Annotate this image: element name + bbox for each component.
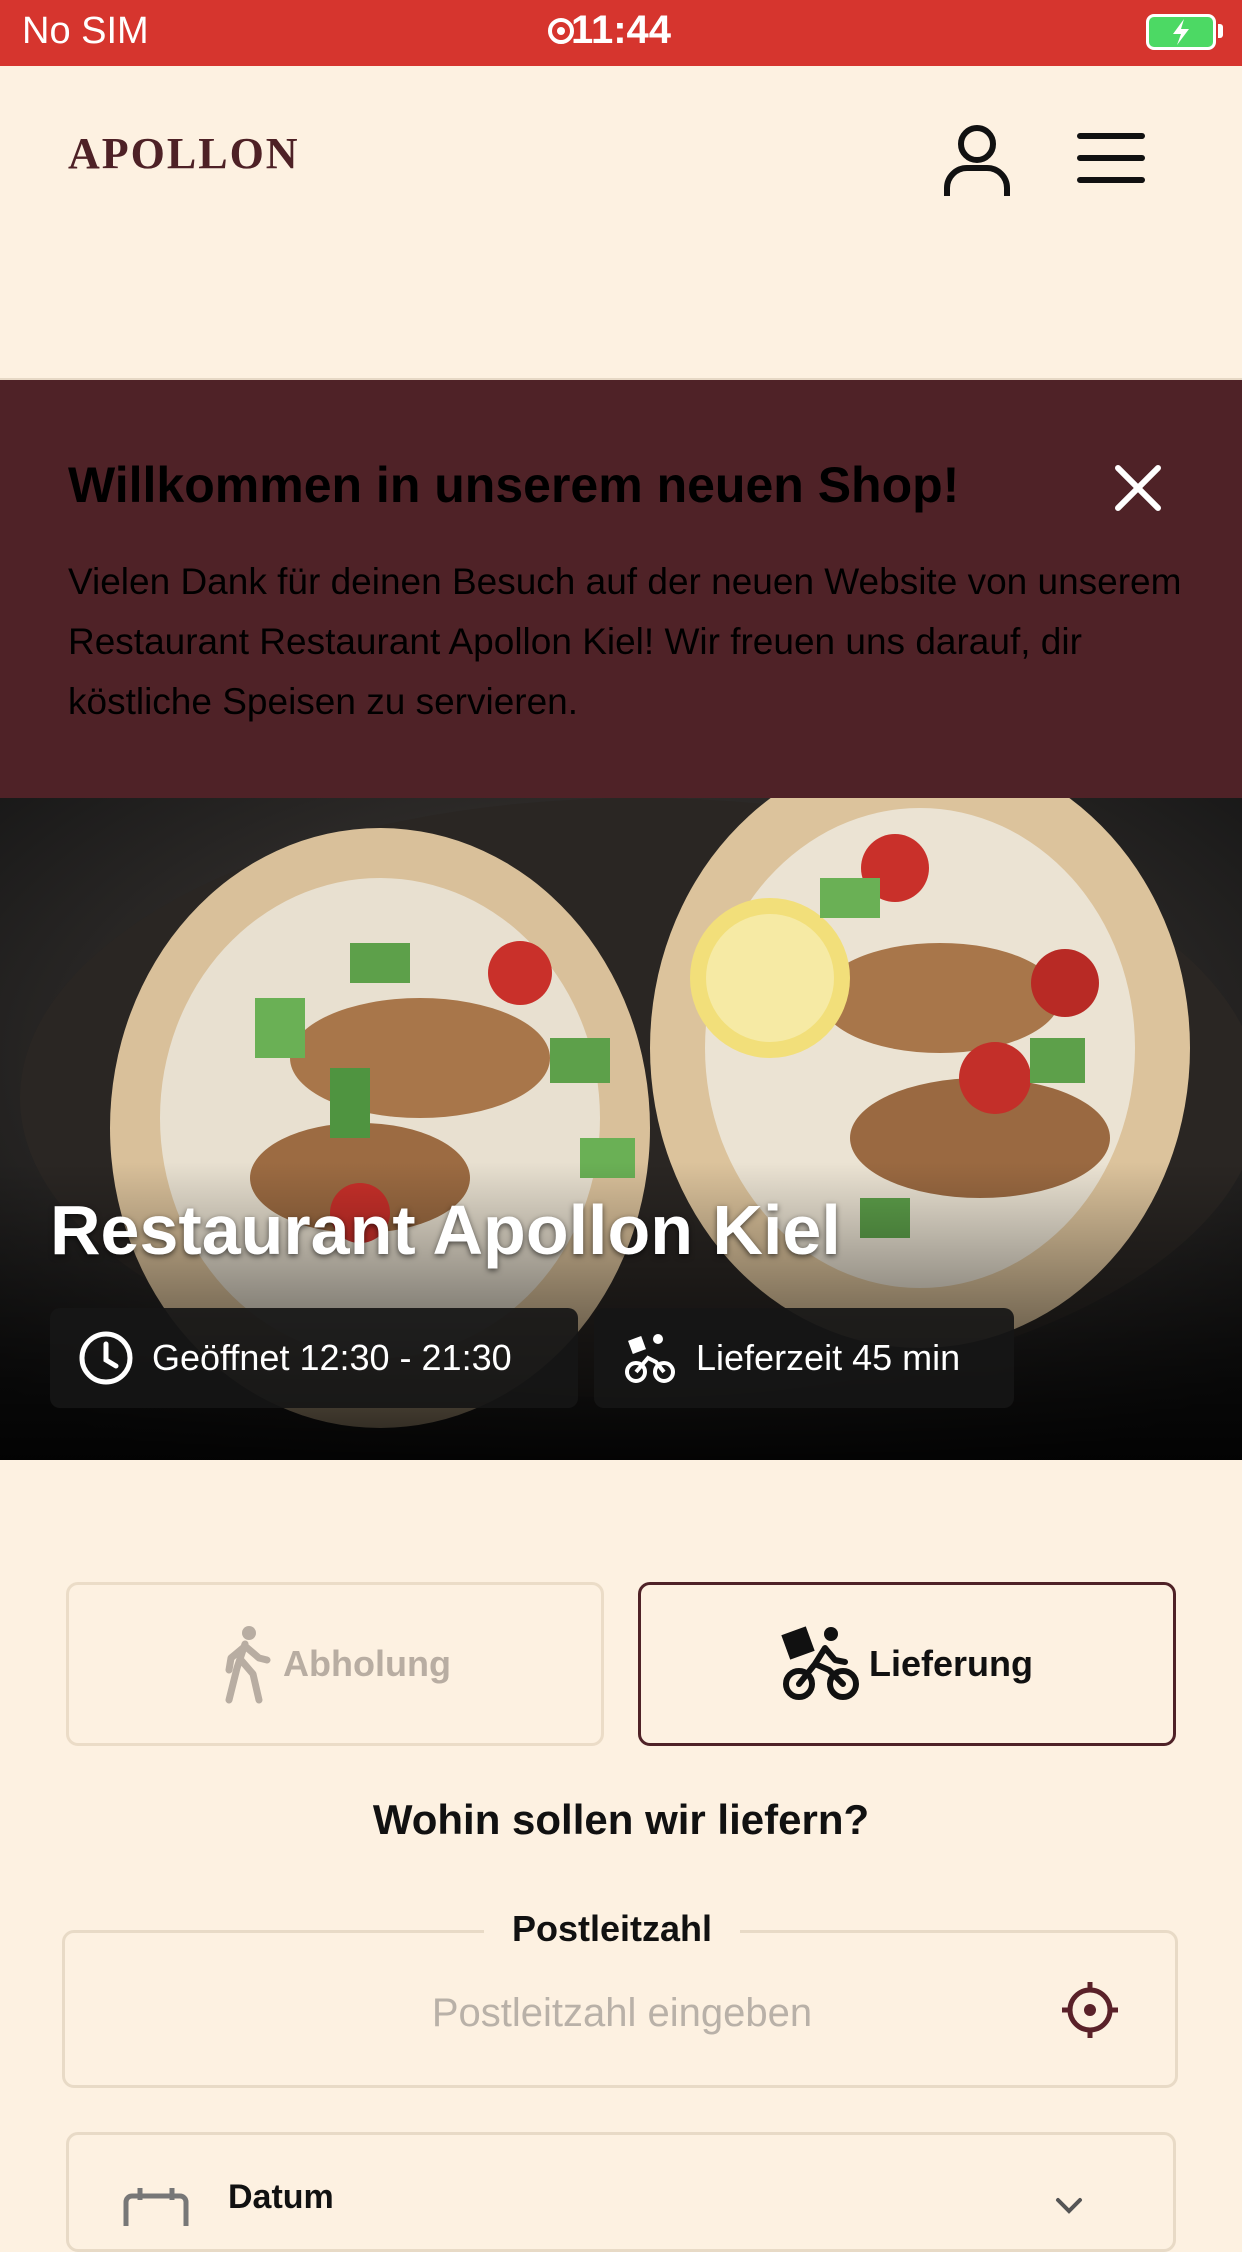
calendar-icon xyxy=(122,2186,190,2239)
delivery-time-text: Lieferzeit 45 min xyxy=(696,1337,961,1378)
banner-close-button[interactable] xyxy=(1112,462,1164,514)
status-bar: No SIM 11:44 xyxy=(0,0,1242,66)
chevron-down-icon xyxy=(1054,2196,1084,2216)
clock: 11:44 xyxy=(570,8,672,52)
delivery-button[interactable]: Lieferung xyxy=(638,1582,1176,1746)
crosshair-icon xyxy=(1062,1982,1118,2038)
site-header xyxy=(0,66,1242,380)
delivery-bike-icon xyxy=(625,1334,675,1383)
clock-icon xyxy=(79,1331,133,1385)
delivery-time-badge: Lieferzeit 45 min xyxy=(594,1308,1014,1408)
locate-button[interactable] xyxy=(1060,1980,1120,2040)
banner-title: Willkommen in unserem neuen Shop! xyxy=(68,457,960,513)
postal-code-label: Postleitzahl xyxy=(484,1908,741,1950)
brand-logo[interactable]: APOLLON xyxy=(68,128,300,179)
battery-icon xyxy=(1146,14,1216,50)
opening-hours-badge: Geöffnet 12:30 - 21:30 xyxy=(50,1308,578,1408)
menu-button[interactable] xyxy=(1074,128,1148,190)
delivery-bike-icon xyxy=(781,1626,859,1700)
close-icon xyxy=(1115,465,1161,511)
postal-code-input[interactable] xyxy=(120,1990,1124,2037)
walking-icon xyxy=(225,1626,271,1704)
battery-cap xyxy=(1218,24,1223,38)
date-label: Datum xyxy=(228,2178,334,2216)
banner-text: Vielen Dank für deinen Besuch auf der ne… xyxy=(68,561,1182,722)
delivery-question: Wohin sollen wir liefern? xyxy=(372,1796,870,1843)
opening-hours-text: Geöffnet 12:30 - 21:30 xyxy=(152,1337,512,1378)
account-button[interactable] xyxy=(940,120,1014,200)
hamburger-icon xyxy=(1077,133,1145,183)
pickup-label: Abholung xyxy=(283,1643,451,1684)
delivery-label: Lieferung xyxy=(868,1643,1033,1684)
user-icon xyxy=(944,125,1010,196)
restaurant-name: Restaurant Apollon Kiel xyxy=(50,1191,841,1269)
pickup-button[interactable]: Abholung xyxy=(66,1582,604,1746)
